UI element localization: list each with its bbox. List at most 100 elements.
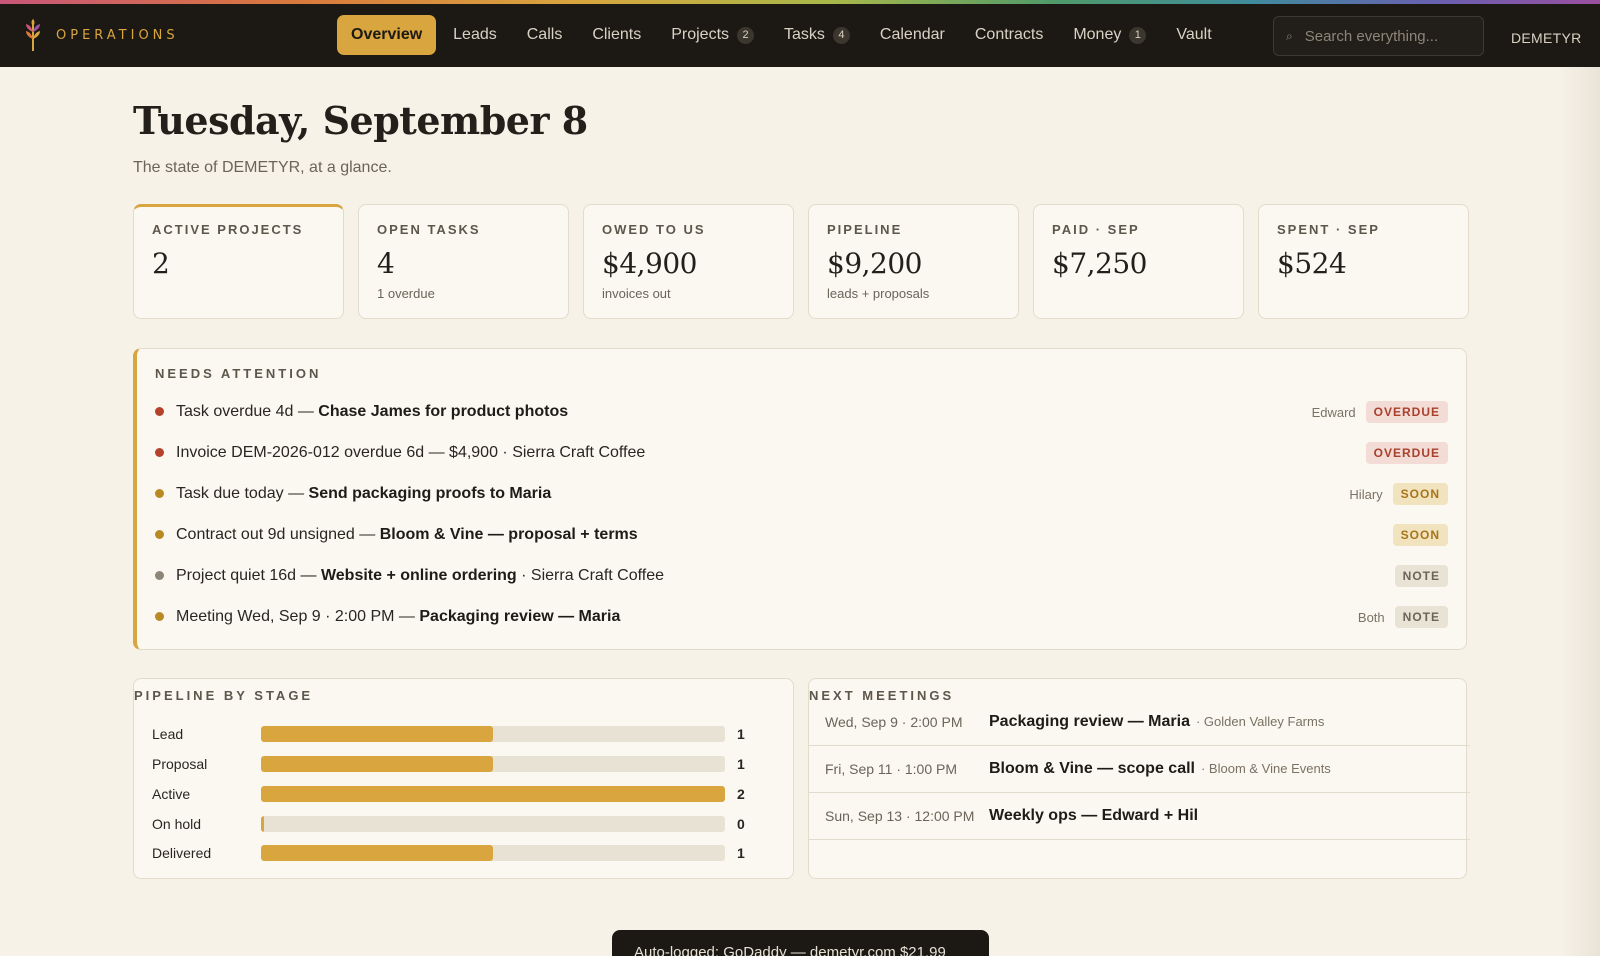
- attention-meta: Both NOTE: [1358, 606, 1448, 628]
- stat-card[interactable]: PIPELINE $9,200 leads + proposals: [808, 204, 1019, 319]
- stat-note: 1 overdue: [377, 286, 435, 301]
- attention-text: Contract out 9d unsigned — Bloom & Vine …: [176, 526, 638, 544]
- status-badge: NOTE: [1394, 565, 1448, 587]
- attention-text: Meeting Wed, Sep 9 · 2:00 PM — Packaging…: [176, 608, 620, 626]
- stage-count: 1: [737, 756, 745, 772]
- nav-item-clients[interactable]: Clients: [577, 15, 656, 55]
- nav-item-money[interactable]: Money 1: [1058, 15, 1161, 55]
- status-dot: [155, 612, 164, 621]
- attention-prefix: Task overdue 4d —: [176, 402, 319, 420]
- nav-label: Leads: [453, 26, 497, 43]
- stage-name: Delivered: [152, 845, 212, 861]
- stat-card[interactable]: OPEN TASKS 4 1 overdue: [358, 204, 569, 319]
- nav-item-contracts[interactable]: Contracts: [960, 15, 1058, 55]
- search-input[interactable]: [1304, 27, 1465, 45]
- attention-list: Task overdue 4d — Chase James for produc…: [155, 391, 1448, 637]
- search-box[interactable]: ⌕: [1273, 16, 1484, 56]
- attention-item[interactable]: Contract out 9d unsigned — Bloom & Vine …: [155, 514, 1448, 555]
- meetings-panel: NEXT MEETINGS Wed, Sep 9 · 2:00 PM Packag…: [808, 678, 1470, 879]
- meeting-client: · Bloom & Vine Events: [1200, 761, 1331, 776]
- meeting-row[interactable]: Sun, Sep 13 · 12:00 PM Weekly ops — Edwar…: [809, 792, 1470, 840]
- status-badge: SOON: [1392, 524, 1448, 546]
- nav-item-tasks[interactable]: Tasks 4: [769, 15, 865, 55]
- stat-label: PIPELINE: [827, 222, 903, 237]
- stat-label: OWED TO US: [602, 222, 706, 237]
- nav-label: Overview: [351, 26, 423, 43]
- assignee: Hilary: [1349, 486, 1383, 502]
- meeting-row[interactable]: Fri, Sep 11 · 1:00 PM Bloom & Vine — scop…: [809, 745, 1470, 793]
- attention-meta: Edward OVERDUE: [1312, 401, 1448, 423]
- nav-item-overview[interactable]: Overview: [337, 15, 437, 55]
- stage-bar-track: [261, 756, 725, 772]
- nav-item-calendar[interactable]: Calendar: [865, 15, 960, 55]
- status-dot: [155, 489, 164, 498]
- meeting-time: Sun, Sep 13 · 12:00 PM: [825, 807, 975, 824]
- stat-card[interactable]: ACTIVE PROJECTS 2: [133, 204, 344, 319]
- stage-bar-track: [261, 726, 725, 742]
- stage-bar: [261, 786, 725, 802]
- stat-value: 4: [377, 247, 395, 280]
- nav-item-calls[interactable]: Calls: [512, 15, 578, 55]
- stage-bar-track: [261, 786, 725, 802]
- stat-value: $524: [1277, 247, 1347, 280]
- stage-bar-track: [261, 845, 725, 861]
- stage-name: On hold: [152, 816, 202, 832]
- pipeline-stage-row: Lead 1: [152, 724, 745, 744]
- meeting-time: Fri, Sep 11 · 1:00 PM: [825, 760, 958, 777]
- wheat-icon: [24, 18, 42, 52]
- brand[interactable]: OPERATIONS: [24, 18, 179, 52]
- stat-card[interactable]: PAID · SEP $7,250: [1033, 204, 1244, 319]
- nav-item-leads[interactable]: Leads: [438, 15, 512, 55]
- edge-shade: [1560, 67, 1600, 956]
- meeting-title: Packaging review — Maria: [989, 712, 1190, 730]
- nav-label: Calendar: [879, 26, 945, 43]
- meeting-row[interactable]: Wed, Sep 9 · 2:00 PM Packaging review — M…: [809, 698, 1470, 746]
- attention-text: Invoice DEM-2026-012 overdue 6d — $4,900…: [176, 444, 645, 462]
- attention-subject: Send packaging proofs to Maria: [308, 484, 552, 502]
- stage-bar: [261, 726, 493, 742]
- stage-name: Lead: [152, 726, 184, 742]
- attention-subject: Packaging review — Maria: [419, 607, 621, 625]
- attention-meta: OVERDUE: [1365, 442, 1448, 464]
- meeting-title: Weekly ops — Edward + Hil: [989, 806, 1199, 824]
- stat-label: PAID · SEP: [1052, 222, 1140, 237]
- pipeline-stage-row: Active 2: [152, 784, 745, 804]
- stage-name: Active: [152, 786, 191, 802]
- toast-notification[interactable]: Auto-logged: GoDaddy — demetyr.com $21.9…: [612, 930, 989, 956]
- nav-label: Clients: [592, 26, 642, 43]
- user-menu[interactable]: DEMETYR: [1511, 30, 1582, 46]
- nav-item-projects[interactable]: Projects 2: [656, 15, 769, 55]
- attention-item[interactable]: Task due today — Send packaging proofs t…: [155, 473, 1448, 514]
- nav-count-badge: 4: [832, 26, 850, 44]
- attention-subject: Bloom & Vine — proposal + terms: [379, 525, 638, 543]
- meeting-client: · Golden Valley Farms: [1195, 714, 1325, 729]
- attention-prefix: Task due today —: [176, 484, 309, 502]
- attention-text: Project quiet 16d — Website + online ord…: [176, 567, 664, 585]
- nav-label: Money: [1073, 26, 1122, 43]
- status-badge: SOON: [1392, 483, 1448, 505]
- meeting-time: Wed, Sep 9 · 2:00 PM: [825, 713, 963, 730]
- meeting-title: Bloom & Vine — scope call: [989, 759, 1195, 777]
- attention-meta: Hilary SOON: [1349, 483, 1448, 505]
- nav-item-vault[interactable]: Vault: [1161, 15, 1226, 55]
- stat-card[interactable]: SPENT · SEP $524: [1258, 204, 1469, 319]
- attention-item[interactable]: Task overdue 4d — Chase James for produc…: [155, 391, 1448, 432]
- nav-label: Contracts: [974, 26, 1044, 43]
- status-dot: [155, 530, 164, 539]
- stage-count: 1: [737, 726, 745, 742]
- stage-bar: [261, 756, 493, 772]
- nav-label: Projects: [671, 26, 730, 43]
- attention-meta: NOTE: [1394, 565, 1448, 587]
- needs-attention-heading: NEEDS ATTENTION: [155, 366, 322, 381]
- attention-subject: Chase James for product photos: [318, 402, 569, 420]
- attention-item[interactable]: Project quiet 16d — Website + online ord…: [155, 555, 1448, 596]
- attention-item[interactable]: Meeting Wed, Sep 9 · 2:00 PM — Packaging…: [155, 596, 1448, 637]
- search-icon: ⌕: [1286, 28, 1293, 43]
- page-title: Tuesday, September 8: [133, 98, 588, 143]
- attention-item[interactable]: Invoice DEM-2026-012 overdue 6d — $4,900…: [155, 432, 1448, 473]
- stat-value: 2: [152, 247, 170, 280]
- stat-card[interactable]: OWED TO US $4,900 invoices out: [583, 204, 794, 319]
- attention-meta: SOON: [1392, 524, 1448, 546]
- stat-value: $9,200: [827, 247, 922, 280]
- pipeline-stage-row: Delivered 1: [152, 843, 745, 863]
